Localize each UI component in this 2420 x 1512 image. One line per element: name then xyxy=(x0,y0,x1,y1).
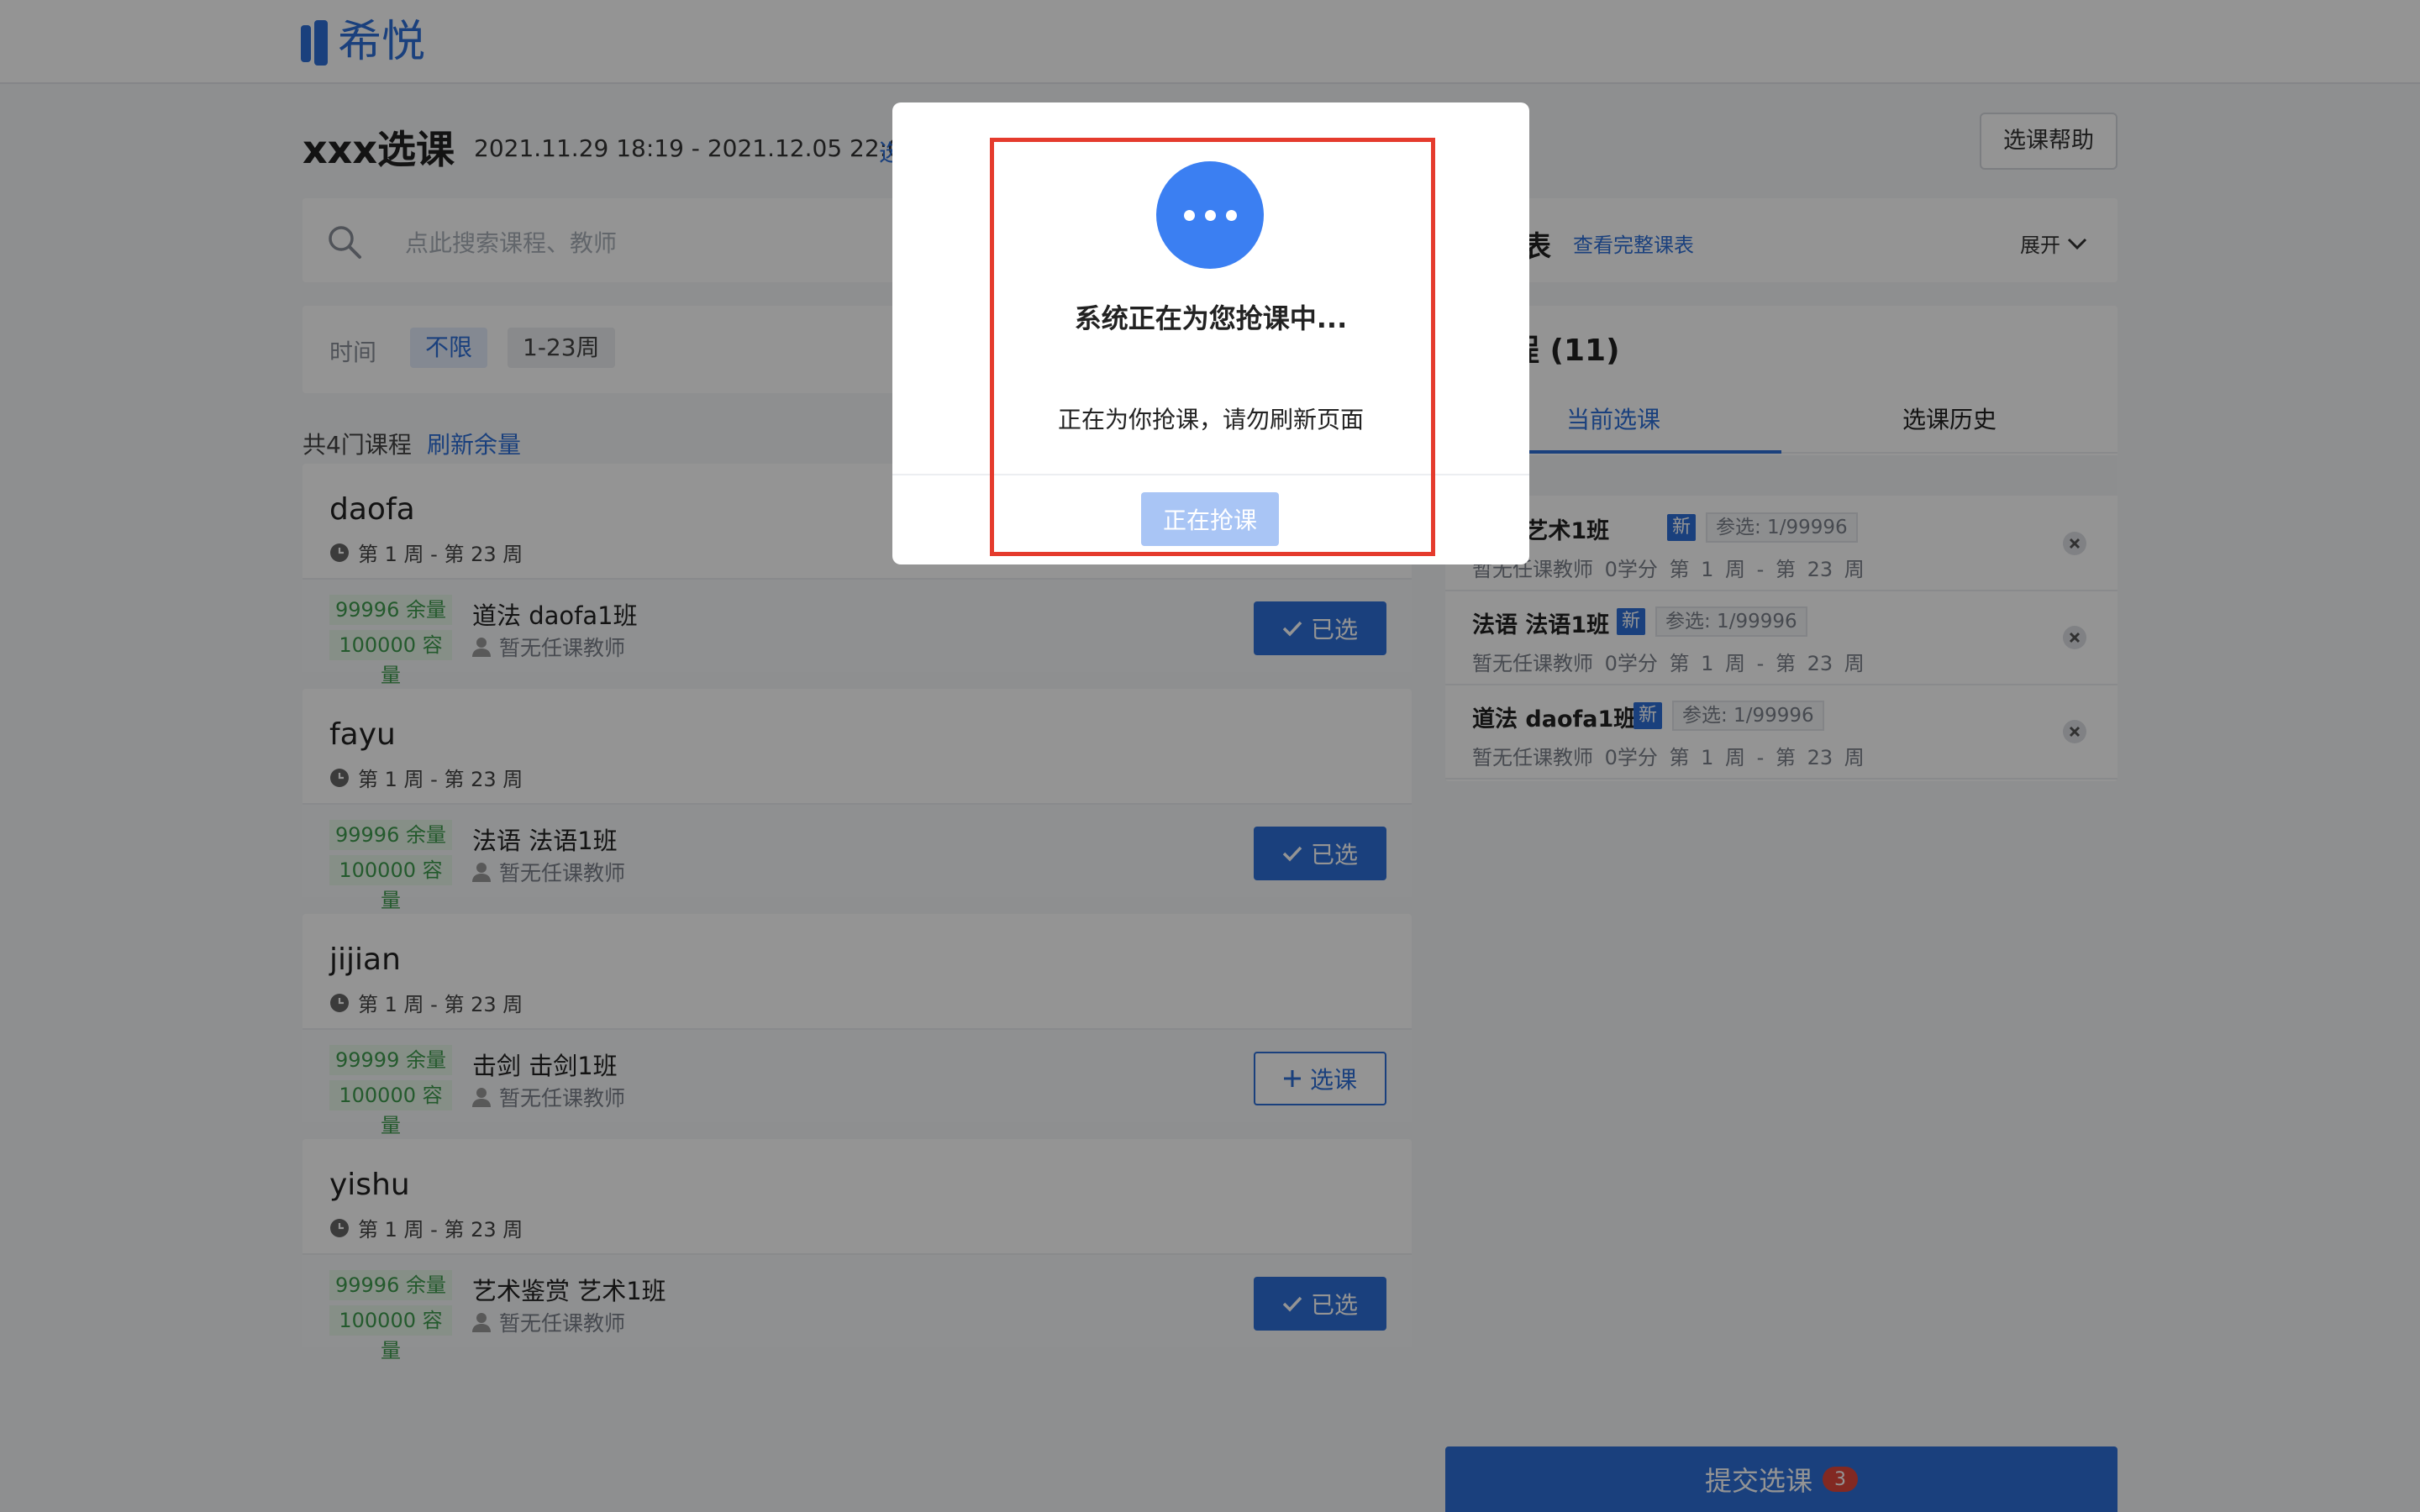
highlight-frame xyxy=(990,138,1435,556)
